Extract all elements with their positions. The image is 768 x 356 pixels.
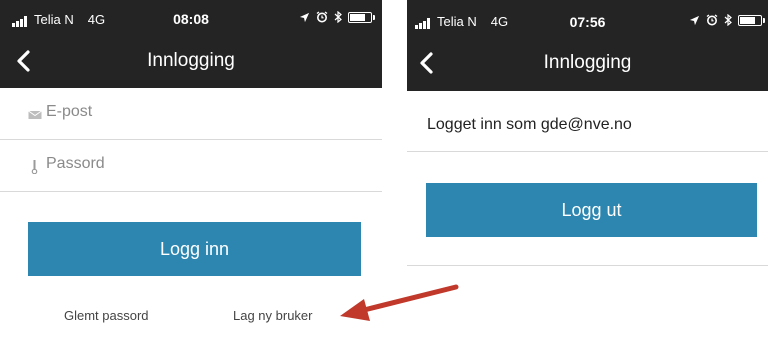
red-arrow-icon (340, 284, 459, 321)
app-bar: Telia N 4G 07:56 Innlogging (407, 0, 768, 91)
nav-row: Innlogging (0, 40, 382, 86)
nav-row: Innlogging (407, 42, 768, 88)
page-title: Innlogging (147, 50, 235, 71)
divider (407, 265, 768, 266)
create-user-link[interactable]: Lag ny bruker (233, 308, 313, 323)
status-icons (299, 11, 375, 23)
forgot-password-link[interactable]: Glemt passord (64, 308, 149, 323)
key-icon (31, 160, 38, 174)
location-arrow-icon (689, 15, 700, 25)
battery-icon (348, 11, 375, 23)
alarm-clock-icon (706, 14, 718, 26)
alarm-clock-icon (316, 11, 328, 23)
login-button[interactable]: Logg inn (28, 222, 361, 276)
status-icons (689, 14, 765, 26)
status-bar: Telia N 4G 08:08 (0, 0, 382, 40)
logout-button[interactable]: Logg ut (426, 183, 757, 237)
login-screen: Telia N 4G 08:08 Innlogging E-post Passo… (0, 0, 382, 356)
status-bar: Telia N 4G 07:56 (407, 0, 768, 42)
email-placeholder: E-post (46, 103, 93, 120)
location-arrow-icon (299, 12, 310, 22)
bluetooth-icon (724, 14, 732, 26)
logged-in-screen: Telia N 4G 07:56 Innlogging Logget inn s… (407, 0, 768, 300)
battery-icon (738, 14, 765, 26)
logged-in-status: Logget inn som gde@nve.no (427, 116, 632, 133)
page-title: Innlogging (543, 52, 632, 73)
password-placeholder: Passord (46, 155, 105, 172)
app-bar: Telia N 4G 08:08 Innlogging (0, 0, 382, 88)
envelope-icon (28, 110, 42, 119)
divider (407, 151, 768, 152)
password-field[interactable]: Passord (0, 140, 382, 192)
email-field[interactable]: E-post (0, 88, 382, 140)
bluetooth-icon (334, 11, 342, 23)
